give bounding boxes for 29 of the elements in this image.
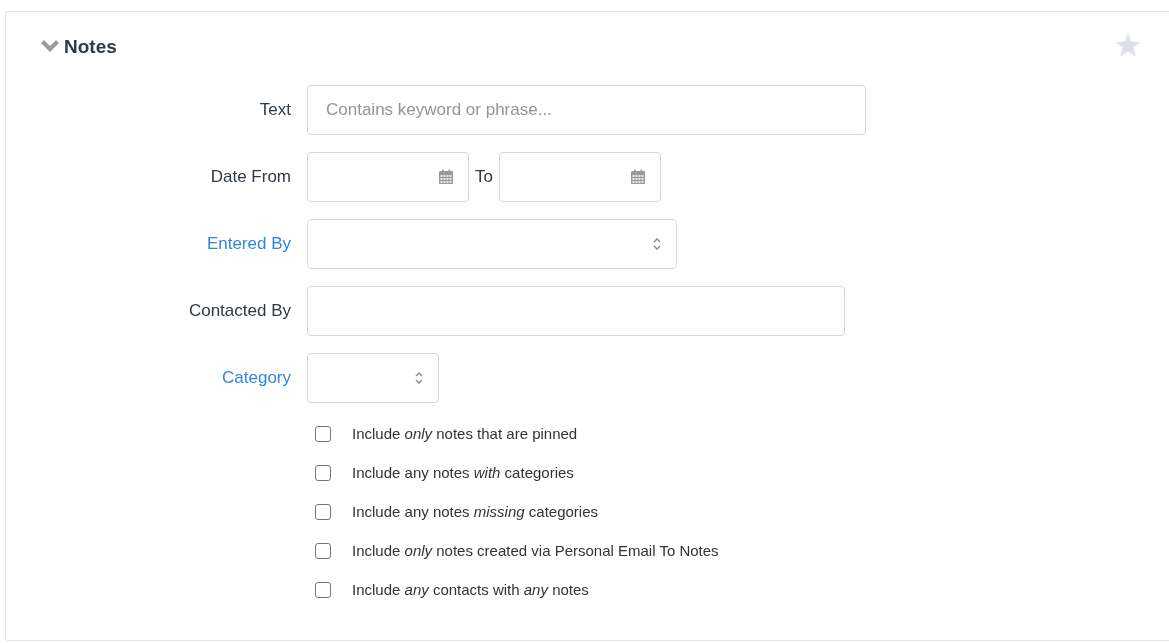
date-field[interactable] xyxy=(498,152,661,202)
updown-icon xyxy=(414,370,424,386)
checkbox[interactable] xyxy=(315,542,331,559)
date-field[interactable] xyxy=(307,152,469,202)
field-label: Text xyxy=(259,100,291,120)
checkbox[interactable] xyxy=(315,425,331,442)
checkbox-label: Include only notes created via Personal Email To Notes xyxy=(352,542,719,559)
calendar-icon xyxy=(629,169,646,185)
text-field[interactable] xyxy=(307,286,845,336)
checkbox[interactable] xyxy=(315,503,331,520)
checkbox[interactable] xyxy=(315,464,331,481)
updown-icon xyxy=(652,236,662,252)
select-field[interactable] xyxy=(307,219,677,269)
to-label: To xyxy=(475,167,493,187)
text-field[interactable]: Contains keyword or phrase... xyxy=(307,85,866,135)
checkbox[interactable] xyxy=(315,581,331,598)
field-label: Date From xyxy=(210,167,291,187)
panel-title: Notes xyxy=(64,36,117,58)
checkbox-label: Include only notes that are pinned xyxy=(352,425,578,442)
calendar-icon xyxy=(438,169,454,185)
checkbox-label: Include any notes with categories xyxy=(352,464,574,481)
chevron-icon[interactable] xyxy=(40,40,60,54)
checkbox-label: Include any contacts with any notes xyxy=(352,581,589,598)
select-field[interactable] xyxy=(307,353,439,403)
field-link[interactable]: Entered By xyxy=(206,234,291,254)
checkbox-label: Include any notes missing categories xyxy=(352,503,598,520)
star-icon[interactable] xyxy=(1115,32,1141,58)
field-link[interactable]: Category xyxy=(222,368,291,388)
field-label: Contacted By xyxy=(188,301,291,321)
